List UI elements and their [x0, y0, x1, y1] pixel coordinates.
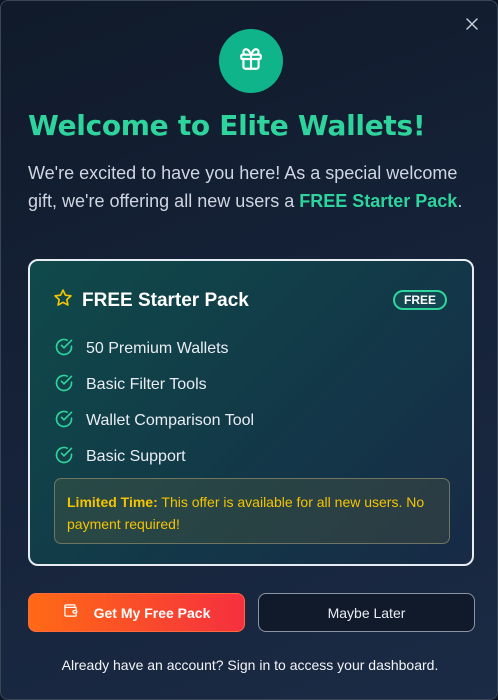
pack-header: FREE Starter Pack: [53, 288, 249, 313]
get-free-pack-button[interactable]: Get My Free Pack: [28, 593, 245, 632]
list-item: 50 Premium Wallets: [54, 331, 254, 367]
feature-label: 50 Premium Wallets: [86, 340, 229, 357]
check-circle-icon: [54, 445, 74, 470]
gift-badge: [219, 29, 283, 93]
feature-label: Basic Support: [86, 448, 186, 465]
list-item: Basic Filter Tools: [54, 367, 254, 403]
close-button[interactable]: [461, 15, 483, 37]
get-free-pack-label: Get My Free Pack: [93, 604, 211, 621]
starter-pack-card: FREE Starter Pack FREE 50 Premium Wallet…: [28, 259, 474, 566]
feature-label: Basic Filter Tools: [86, 376, 207, 393]
list-item: Wallet Comparison Tool: [54, 403, 254, 439]
check-circle-icon: [54, 337, 74, 362]
intro-highlight: FREE Starter Pack: [299, 191, 458, 211]
sign-in-hint: Already have an account? Sign in to acce…: [61, 657, 439, 673]
pack-title: FREE Starter Pack: [82, 289, 249, 311]
close-icon: [466, 17, 478, 35]
feature-list: 50 Premium Wallets Basic Filter Tools Wa…: [54, 331, 254, 475]
welcome-modal: Welcome to Elite Wallets! We're excited …: [0, 0, 498, 700]
notice-label: Limited Time:: [67, 494, 158, 510]
intro-text-end: .: [457, 191, 463, 211]
free-badge: FREE: [392, 290, 447, 310]
intro-text: We're excited to have you here! As a spe…: [28, 159, 468, 215]
modal-title: Welcome to Elite Wallets!: [28, 109, 426, 142]
maybe-later-button[interactable]: Maybe Later: [258, 593, 475, 632]
list-item: Basic Support: [54, 439, 254, 475]
check-circle-icon: [54, 409, 74, 434]
feature-label: Wallet Comparison Tool: [86, 412, 255, 429]
gift-icon: [238, 46, 264, 77]
limited-time-notice: Limited Time: This offer is available fo…: [54, 478, 450, 544]
check-circle-icon: [54, 373, 74, 398]
wallet-icon: [63, 603, 78, 623]
star-icon: [53, 288, 73, 313]
